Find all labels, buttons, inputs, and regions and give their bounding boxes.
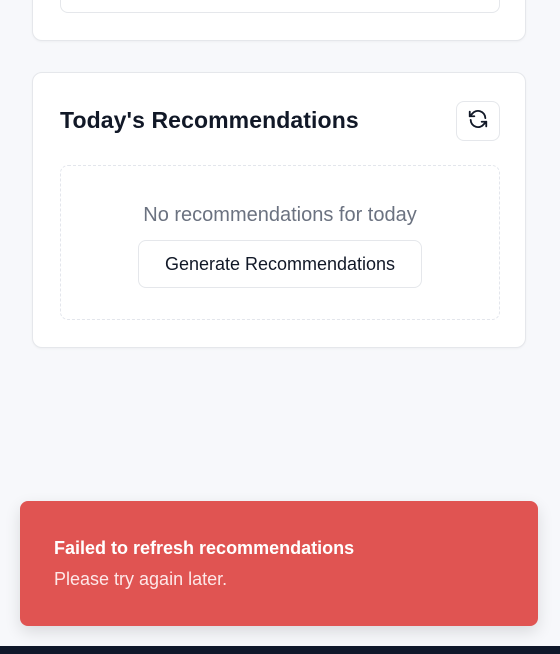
empty-state: No recommendations for today Generate Re… — [60, 165, 500, 320]
empty-state-message: No recommendations for today — [143, 204, 417, 226]
refresh-icon — [467, 108, 489, 135]
toast-title: Failed to refresh recommendations — [54, 538, 355, 558]
refresh-button[interactable] — [456, 101, 500, 141]
recommendations-card: Today's Recommendations No recommendatio… — [32, 72, 526, 348]
error-toast[interactable]: Failed to refresh recommendations Please… — [20, 501, 538, 626]
previous-card-field — [60, 0, 500, 13]
toast-description: Please try again later. — [54, 569, 228, 589]
previous-card — [32, 0, 526, 41]
bottom-bar — [0, 646, 560, 654]
recommendations-title: Today's Recommendations — [60, 107, 359, 133]
generate-recommendations-button[interactable]: Generate Recommendations — [138, 240, 422, 288]
